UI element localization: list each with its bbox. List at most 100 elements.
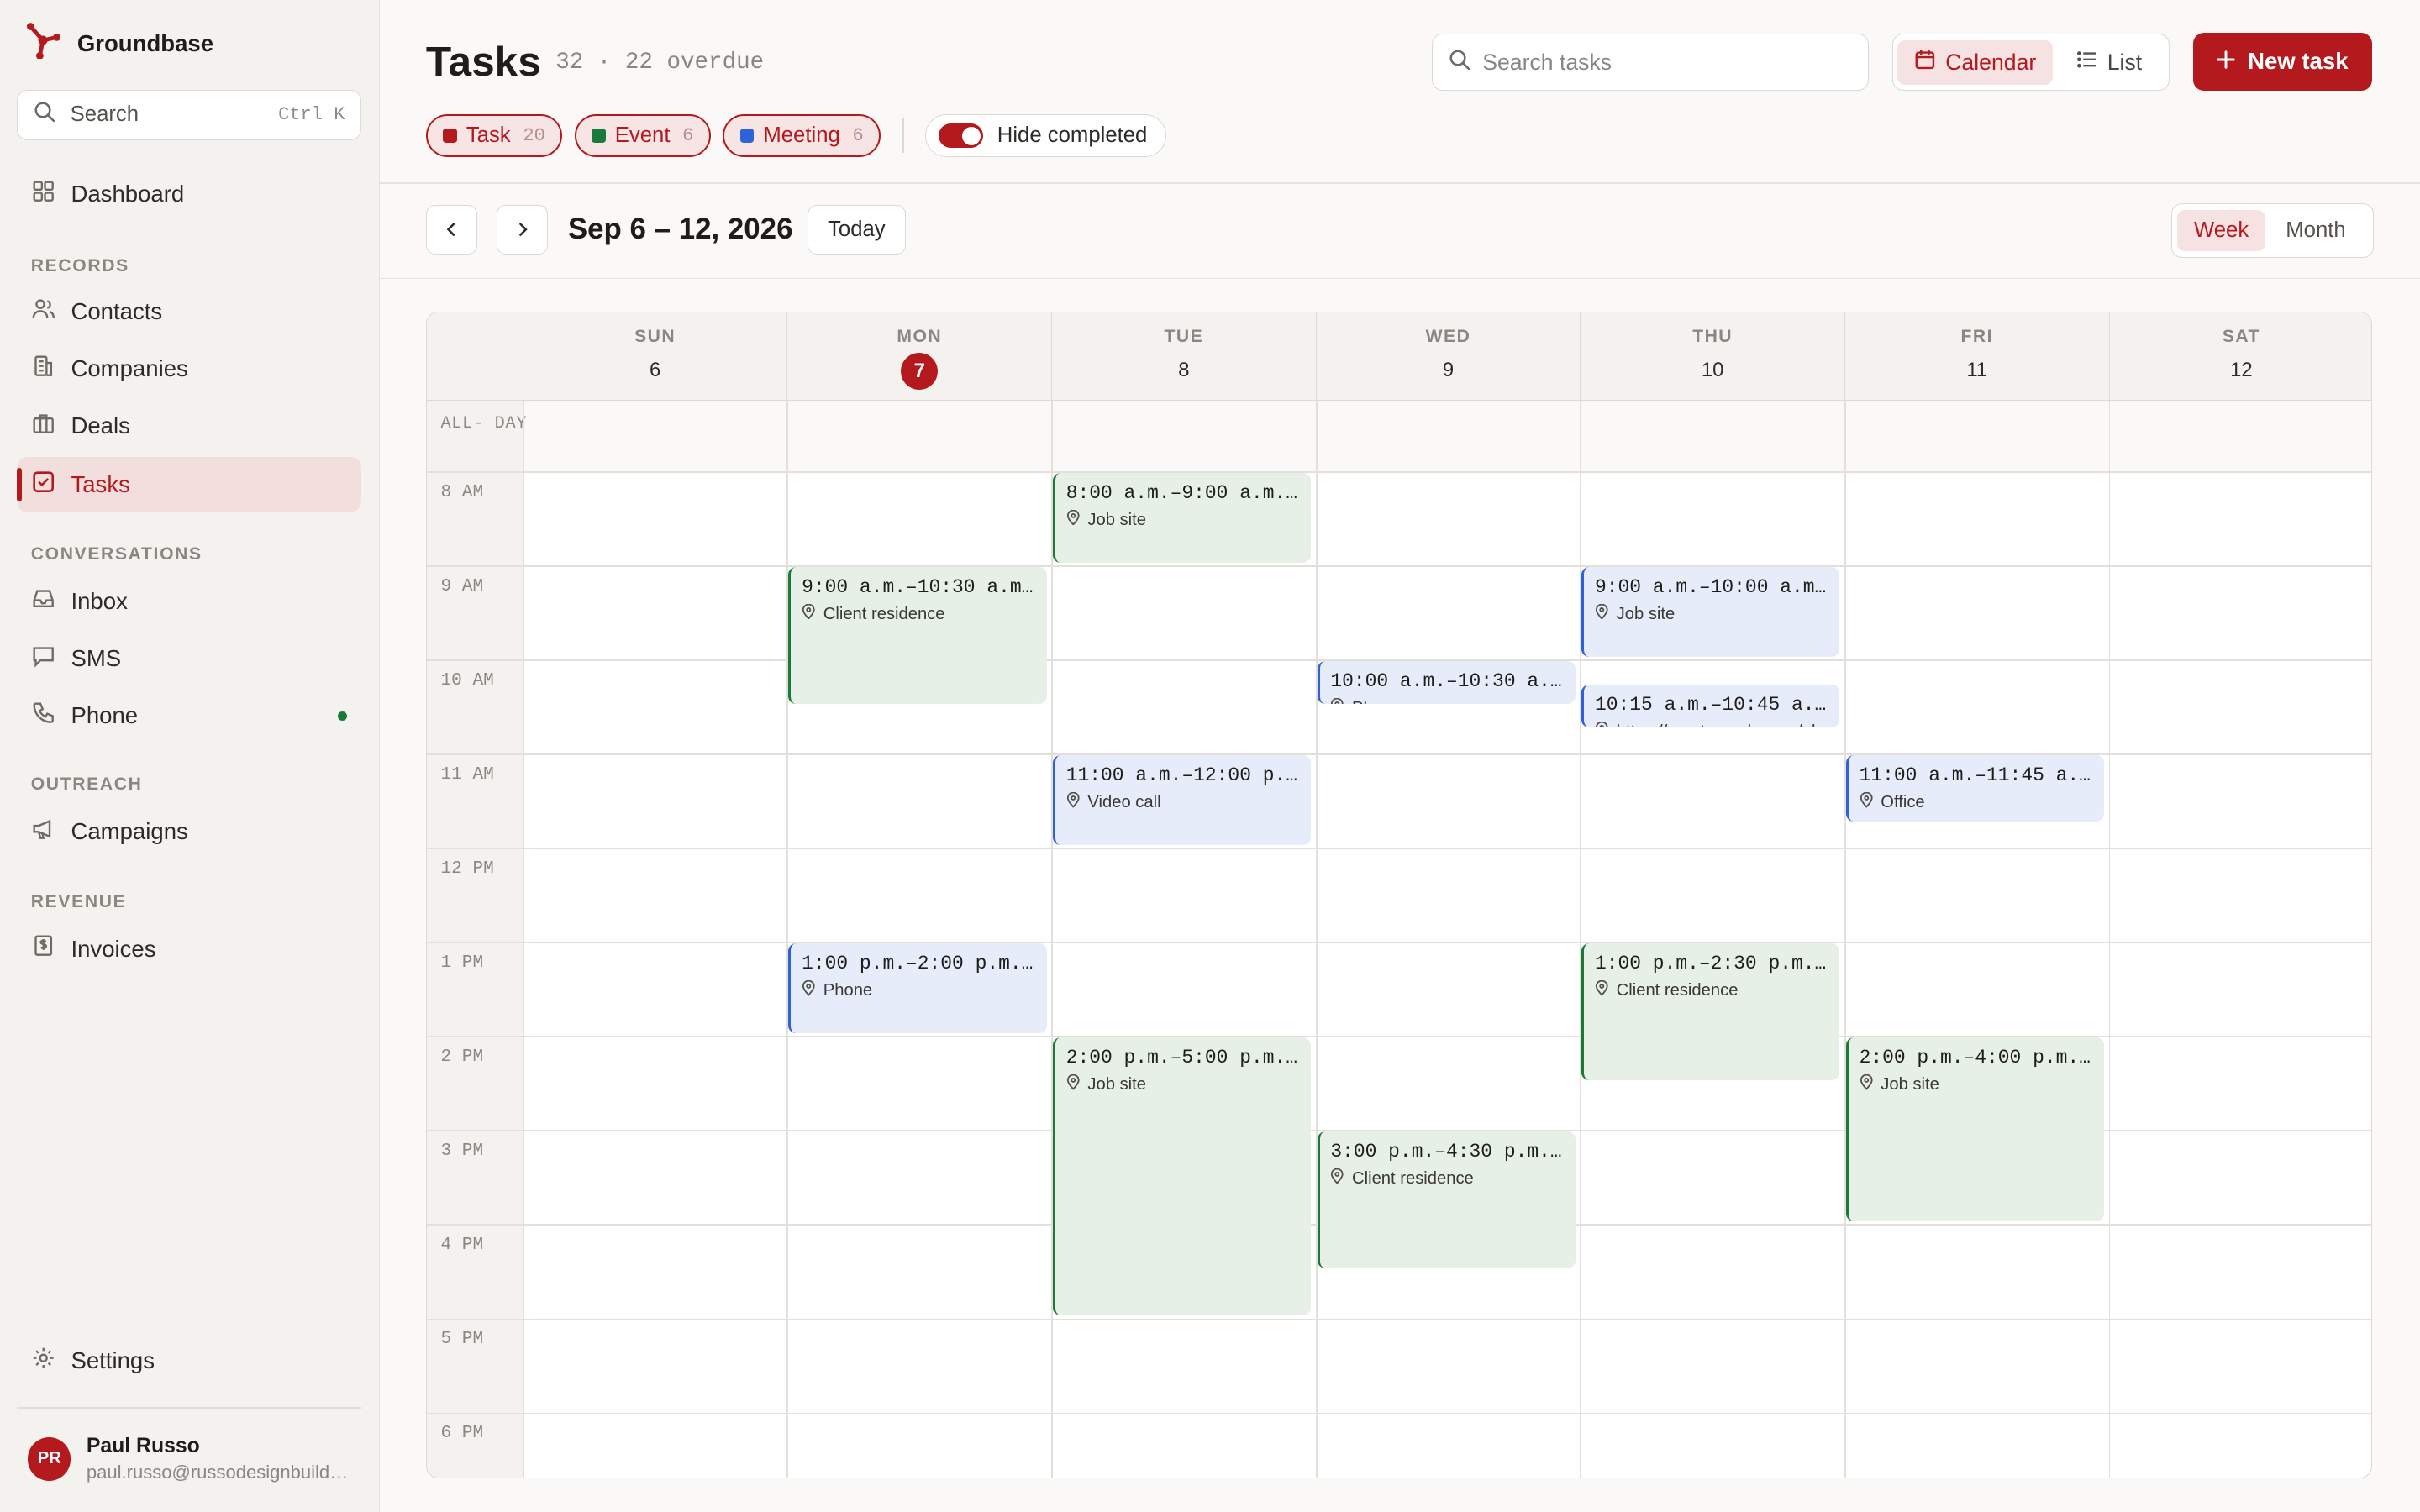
time-gutter [426,400,523,1478]
main-content: Tasks 32 · 22 overdue Calendar List New … [379,0,2420,1512]
view-list-button[interactable]: List [2060,40,2160,85]
sidebar-search[interactable]: Search Ctrl K [17,89,361,141]
event-title: 1:00 p.m.–2:00 p.m. C… [802,953,1036,975]
sidebar-item-inbox[interactable]: Inbox [17,574,361,629]
column-divider [1051,400,1053,1478]
day-date: 12 [2230,359,2253,382]
search-tasks-field[interactable] [1432,34,1870,92]
event-title: 9:00 a.m.–10:30 a.m. S… [802,576,1036,599]
gear-icon [31,1346,55,1376]
column-divider [1844,400,1846,1478]
month-view-button[interactable]: Month [2269,210,2363,252]
online-status-dot [338,711,348,721]
task-color-swatch [443,129,457,143]
calendar-event[interactable]: 8:00 a.m.–9:00 a.m. R… Job site [1052,473,1312,563]
hide-completed-toggle[interactable]: Hide completed [925,113,1167,158]
today-button[interactable]: Today [807,205,907,255]
user-profile[interactable]: PR Paul Russo paul.russo@russodesignbuil… [28,1435,352,1483]
avatar: PR [28,1437,71,1481]
sidebar-item-label: Contacts [71,297,163,324]
brand[interactable]: Groundbase [24,22,213,66]
event-location: Job site [1595,603,1829,624]
day-header-tue[interactable]: TUE 8 [1051,312,1316,401]
sidebar-item-settings[interactable]: Settings [17,1333,361,1389]
chevron-right-icon [515,216,530,244]
sidebar-divider [17,1407,361,1409]
day-header-sat[interactable]: SAT 12 [2108,312,2371,401]
sidebar-item-campaigns[interactable]: Campaigns [17,804,361,859]
day-date: 6 [649,359,661,382]
sidebar-item-label: Settings [71,1347,155,1373]
map-pin-icon [802,603,816,624]
week-month-toggle: Week Month [2171,203,2374,258]
sidebar-item-tasks[interactable]: Tasks [17,456,361,512]
event-location-text: Client residence [1616,980,1739,1000]
event-location: Video call [1066,791,1301,812]
calendar-event[interactable]: 1:00 p.m.–2:30 p.m. M… Client residence [1581,943,1840,1080]
today-date-badge: 7 [901,352,939,390]
next-week-button[interactable] [497,205,549,255]
sidebar: Groundbase Search Ctrl K Dashboard RECOR… [0,0,380,1512]
user-email: paul.russo@russodesignbuild.com [86,1461,352,1483]
day-header-wed[interactable]: WED 9 [1315,312,1581,401]
toggle-switch[interactable] [939,123,984,149]
event-location-text: Client residence [1352,1169,1474,1189]
event-color-swatch [592,129,606,143]
event-location-text: https://meet.google.com/abc [1617,722,1830,727]
section-outreach: OUTREACH [30,774,143,795]
day-header-mon[interactable]: MON 7 [786,312,1051,401]
filter-chip-task[interactable]: Task 20 [425,113,563,158]
view-calendar-button[interactable]: Calendar [1897,39,2054,85]
sidebar-item-deals[interactable]: Deals [17,398,361,454]
event-location-text: Phone [823,980,873,1000]
week-view-button[interactable]: Week [2176,209,2266,252]
sidebar-item-contacts[interactable]: Contacts [17,284,361,339]
day-header-sun[interactable]: SUN 6 [522,312,787,401]
hour-label: 5 PM [440,1329,484,1350]
week-calendar: ALL- DAY SUN 6 MON 7 TUE 8 WED 9 THU 10 FRI 11 SAT 12… [425,312,2372,1478]
filter-chip-count: 6 [682,125,694,147]
sidebar-item-sms[interactable]: SMS [17,631,361,686]
search-tasks-input[interactable] [1482,49,1838,76]
hour-label: 2 PM [440,1047,484,1068]
calendar-event[interactable]: 10:00 a.m.–10:30 a.m. M Phone [1317,661,1576,704]
event-location: Job site [1066,1074,1301,1095]
filter-chip-event[interactable]: Event 6 [574,113,711,158]
calendar-icon [1914,49,1936,76]
calendar-event[interactable]: 10:15 a.m.–10:45 a.m. I… https://meet.goo… [1581,685,1840,727]
column-divider [1580,400,1582,1478]
hour-label: 9 AM [440,576,484,597]
new-task-button[interactable]: New task [2192,32,2372,92]
day-header-thu[interactable]: THU 10 [1580,312,1844,401]
hour-label: 10 AM [440,670,494,691]
calendar-event[interactable]: 9:00 a.m.–10:00 a.m. T… Job site [1581,567,1840,657]
calendar-event[interactable]: 2:00 p.m.–4:00 p.m. C… Job site [1845,1037,2105,1221]
sidebar-item-phone[interactable]: Phone [17,688,361,743]
sidebar-item-dashboard[interactable]: Dashboard [17,166,361,222]
sidebar-item-invoices[interactable]: Invoices [17,921,361,977]
all-day-label: ALL- DAY [440,413,528,433]
hide-completed-label: Hide completed [997,123,1148,148]
calendar-event[interactable]: 2:00 p.m.–5:00 p.m. Ti… Job site [1052,1037,1312,1315]
prev-week-button[interactable] [425,205,477,255]
page-title: Tasks [425,38,541,86]
all-day-row[interactable] [522,400,2371,472]
hour-gridline [426,942,2371,944]
day-header-fri[interactable]: FRI 11 [1844,312,2109,401]
map-pin-icon [1860,791,1874,812]
search-icon [1449,48,1470,76]
brand-name: Groundbase [76,29,214,56]
calendar-event[interactable]: 3:00 p.m.–4:30 p.m. Fi… Client residence [1317,1131,1576,1268]
map-pin-icon [1330,1168,1344,1189]
filter-chip-meeting[interactable]: Meeting 6 [723,113,881,158]
calendar-event[interactable]: 1:00 p.m.–2:00 p.m. C… Phone [788,943,1047,1033]
hour-label: 3 PM [440,1141,484,1162]
column-divider [1315,400,1318,1478]
hour-label: 8 AM [440,482,484,503]
event-location-text: Job site [1087,510,1146,529]
calendar-event[interactable]: 11:00 a.m.–12:00 p.m. C Video call [1052,755,1312,845]
sidebar-item-companies[interactable]: Companies [17,341,361,396]
hour-gridline [426,471,2371,473]
calendar-event[interactable]: 9:00 a.m.–10:30 a.m. S… Client residence [788,567,1047,704]
calendar-event[interactable]: 11:00 a.m.–11:45 a.m. I… Office [1845,755,2105,822]
